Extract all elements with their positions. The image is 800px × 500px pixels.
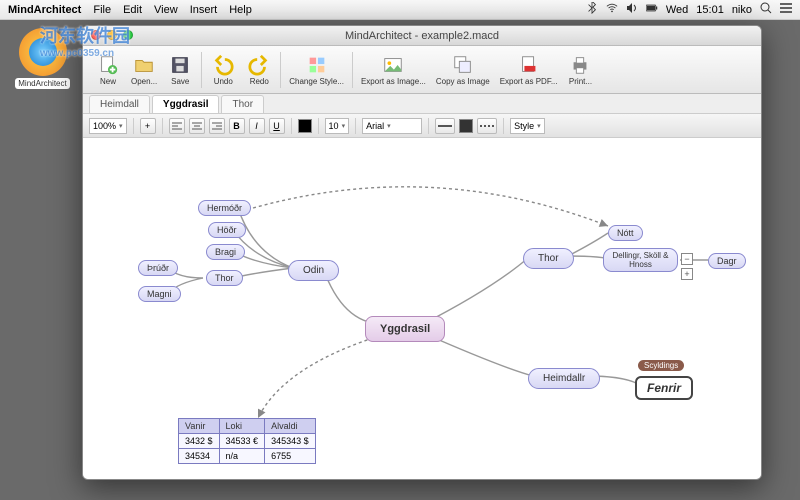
node-fenrir[interactable]: Fenrir <box>635 376 693 400</box>
change-style-button[interactable]: Change Style... <box>285 51 348 88</box>
table-cell[interactable]: 34533 € <box>219 434 265 449</box>
mindmap-canvas[interactable]: Yggdrasil Odin Hermóðr Höðr Bragi Thor Þ… <box>83 138 761 479</box>
tab-thor[interactable]: Thor <box>221 95 264 113</box>
align-left-button[interactable] <box>169 118 185 134</box>
table-cell[interactable]: 34534 <box>179 449 220 464</box>
toolbar: New Open... Save Undo Redo Change Style.… <box>83 46 761 94</box>
export-pdf-button[interactable]: Export as PDF... <box>496 51 562 88</box>
collapse-plus-button[interactable]: + <box>681 268 693 280</box>
menu-time: 15:01 <box>696 4 724 16</box>
underline-button[interactable]: U <box>269 118 285 134</box>
italic-button[interactable]: I <box>249 118 265 134</box>
align-right-button[interactable] <box>209 118 225 134</box>
redo-button[interactable]: Redo <box>242 51 276 88</box>
node-thor-left[interactable]: Thor <box>206 270 243 286</box>
node-magni[interactable]: Magni <box>138 286 181 302</box>
bold-button[interactable]: B <box>229 118 245 134</box>
menu-help[interactable]: Help <box>229 4 252 16</box>
node-thor-right[interactable]: Thor <box>523 248 574 269</box>
node-odin[interactable]: Odin <box>288 260 339 281</box>
export-image-button[interactable]: Export as Image... <box>357 51 430 88</box>
align-center-button[interactable] <box>189 118 205 134</box>
node-root[interactable]: Yggdrasil <box>365 316 445 342</box>
menu-day: Wed <box>666 4 688 16</box>
node-dagr[interactable]: Dagr <box>708 253 746 269</box>
window-close-button[interactable] <box>91 30 101 40</box>
table-cell[interactable]: 6755 <box>265 449 316 464</box>
desktop-app-label: MindArchitect <box>15 78 70 89</box>
tab-heimdall[interactable]: Heimdall <box>89 95 150 113</box>
table-header[interactable]: Vanir <box>179 419 220 434</box>
node-hodr[interactable]: Höðr <box>208 222 246 238</box>
node-nott[interactable]: Nótt <box>608 225 643 241</box>
spotlight-icon[interactable] <box>760 2 772 17</box>
menu-insert[interactable]: Insert <box>190 4 218 16</box>
node-bragi[interactable]: Bragi <box>206 244 245 260</box>
menu-file[interactable]: File <box>93 4 111 16</box>
volume-icon[interactable] <box>626 2 638 17</box>
badge-scyldings[interactable]: Scyldings <box>638 360 684 371</box>
table-cell[interactable]: 3432 $ <box>179 434 220 449</box>
table-header[interactable]: Alvaldi <box>265 419 316 434</box>
app-window: MindArchitect - example2.macd New Open..… <box>82 25 762 480</box>
style-select[interactable]: Style <box>510 118 545 134</box>
wifi-icon[interactable] <box>606 2 618 17</box>
line-solid-button[interactable] <box>435 118 455 134</box>
table-header[interactable]: Loki <box>219 419 265 434</box>
print-button[interactable]: Print... <box>563 51 597 88</box>
menu-view[interactable]: View <box>154 4 178 16</box>
window-titlebar[interactable]: MindArchitect - example2.macd <box>83 26 761 46</box>
font-family-select[interactable]: Arial <box>362 118 422 134</box>
node-dellingr[interactable]: Dellingr, Sköll & Hnoss <box>603 248 678 272</box>
text-color-swatch[interactable] <box>298 119 312 133</box>
table-cell[interactable]: 345343 $ <box>265 434 316 449</box>
mac-menubar: MindArchitect File Edit View Insert Help… <box>0 0 800 20</box>
zoom-select[interactable]: 100% <box>89 118 127 134</box>
format-bar: 100% + B I U 10 Arial Style <box>83 114 761 138</box>
undo-button[interactable]: Undo <box>206 51 240 88</box>
copy-image-button[interactable]: Copy as Image <box>432 51 494 88</box>
open-button[interactable]: Open... <box>127 51 161 88</box>
table-cell[interactable]: n/a <box>219 449 265 464</box>
tab-yggdrasil[interactable]: Yggdrasil <box>152 95 220 113</box>
menu-user[interactable]: niko <box>732 4 752 16</box>
font-size-select[interactable]: 10 <box>325 118 350 134</box>
window-zoom-button[interactable] <box>123 30 133 40</box>
collapse-minus-button[interactable]: − <box>681 253 693 265</box>
notifications-icon[interactable] <box>780 2 792 17</box>
menu-edit[interactable]: Edit <box>123 4 142 16</box>
desktop-app-icon[interactable]: MindArchitect <box>15 28 70 96</box>
battery-icon[interactable] <box>646 2 658 17</box>
node-hermodr[interactable]: Hermóðr <box>198 200 251 216</box>
add-node-button[interactable]: + <box>140 118 156 134</box>
save-button[interactable]: Save <box>163 51 197 88</box>
line-color-swatch[interactable] <box>459 119 473 133</box>
document-tabs: Heimdall Yggdrasil Thor <box>83 94 761 114</box>
bluetooth-icon[interactable] <box>586 2 598 17</box>
line-dashed-button[interactable] <box>477 118 497 134</box>
app-name: MindArchitect <box>8 4 81 16</box>
window-title: MindArchitect - example2.macd <box>345 30 499 42</box>
data-table[interactable]: Vanir Loki Alvaldi 3432 $ 34533 € 345343… <box>178 418 316 464</box>
window-minimize-button[interactable] <box>107 30 117 40</box>
node-thrudr[interactable]: Þrúðr <box>138 260 178 276</box>
new-button[interactable]: New <box>91 51 125 88</box>
node-heimdallr[interactable]: Heimdallr <box>528 368 600 389</box>
